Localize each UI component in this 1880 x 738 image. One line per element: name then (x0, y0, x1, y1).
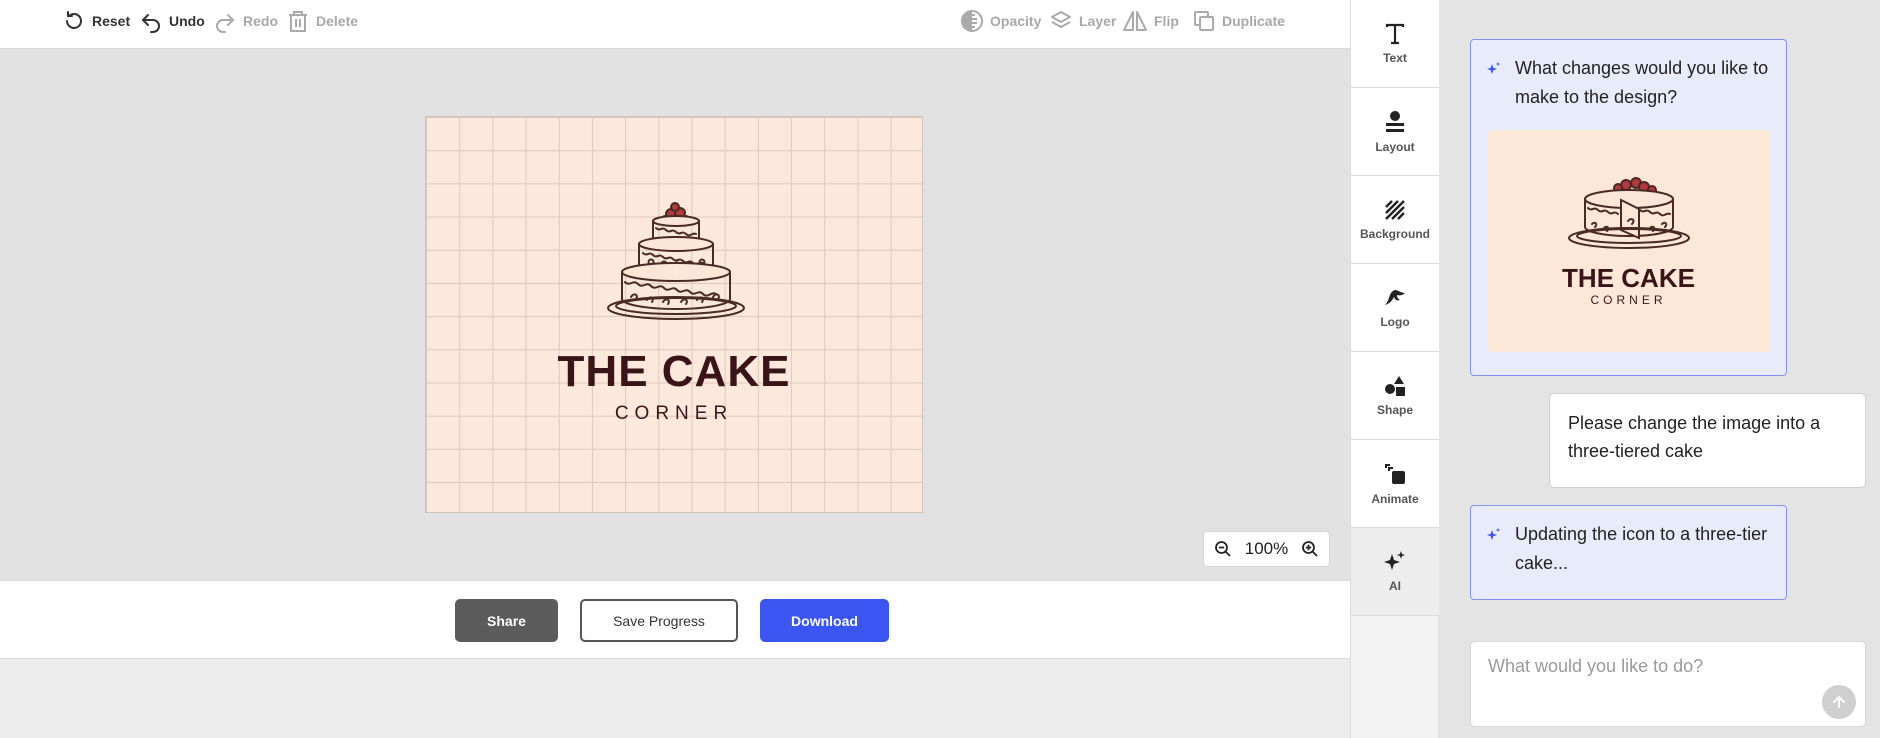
undo-label: Undo (169, 13, 205, 29)
logo-icon (1385, 289, 1405, 305)
tool-animate[interactable]: Animate (1351, 440, 1439, 528)
zoom-out-icon[interactable] (1214, 540, 1232, 558)
ai-question-text: What changes would you like to make to t… (1515, 58, 1769, 107)
duplicate-icon (1194, 11, 1214, 31)
zoom-in-icon[interactable] (1301, 540, 1319, 558)
arrow-up-icon (1833, 695, 1845, 708)
tool-text-label: Text (1383, 50, 1407, 65)
reset-icon (66, 11, 82, 29)
delete-label: Delete (316, 13, 359, 29)
canvas-area: THE CAKE CORNER 100% (0, 49, 1350, 580)
layout-icon (1386, 110, 1404, 132)
ai-status-message: Updating the icon to a three-tier cake..… (1470, 505, 1787, 600)
layer-label: Layer (1079, 13, 1117, 29)
redo-button[interactable]: Redo (213, 0, 278, 42)
layers-icon (1051, 11, 1071, 28)
ai-chat-panel: What changes would you like to make to t… (1439, 0, 1880, 738)
flip-label: Flip (1154, 13, 1179, 29)
tool-shape-label: Shape (1376, 402, 1413, 417)
tools-sidebar: Text Layout Background Logo Shape Animat… (1350, 0, 1439, 738)
sparkle-icon (1384, 550, 1405, 570)
send-button[interactable] (1822, 685, 1856, 719)
tool-layout-label: Layout (1375, 139, 1415, 154)
reset-button[interactable]: Reset (62, 0, 130, 42)
ai-sparkle-icon (1487, 528, 1500, 540)
duplicate-button[interactable]: Duplicate (1192, 0, 1285, 42)
flip-icon (1123, 11, 1147, 31)
brand-title[interactable]: THE CAKE (426, 347, 922, 397)
round-cake-icon (1568, 177, 1690, 249)
duplicate-label: Duplicate (1222, 13, 1286, 29)
footer-area (0, 659, 1350, 738)
animate-icon (1385, 463, 1405, 484)
design-artboard[interactable]: THE CAKE CORNER (425, 116, 923, 513)
text-icon (1385, 23, 1405, 44)
background-icon (1385, 199, 1405, 220)
reset-label: Reset (92, 13, 131, 29)
trash-icon (289, 11, 307, 32)
tool-logo-label: Logo (1380, 314, 1410, 329)
ai-sparkle-icon (1487, 62, 1500, 74)
redo-label: Redo (243, 13, 278, 29)
preview-title: THE CAKE (1562, 263, 1695, 293)
tool-shape[interactable]: Shape (1351, 352, 1439, 440)
ai-status-text: Updating the icon to a three-tier cake..… (1515, 524, 1768, 573)
flip-button[interactable]: Flip (1122, 0, 1179, 42)
undo-icon (141, 14, 160, 33)
tool-layout[interactable]: Layout (1351, 88, 1439, 176)
user-message: Please change the image into a three-tie… (1549, 393, 1866, 488)
chat-input[interactable] (1488, 656, 1818, 677)
action-bar: Share Save Progress Download (0, 580, 1350, 659)
chat-input-box (1470, 641, 1866, 727)
tool-ai-label: AI (1389, 578, 1401, 593)
tool-background-label: Background (1359, 226, 1430, 241)
preview-subtitle: CORNER (1590, 293, 1667, 307)
layer-button[interactable]: Layer (1049, 0, 1116, 42)
tool-ai[interactable]: AI (1351, 528, 1439, 616)
three-tier-cake-icon (607, 202, 745, 320)
save-progress-button[interactable]: Save Progress (580, 599, 738, 642)
delete-button[interactable]: Delete (286, 0, 358, 42)
tool-text[interactable]: Text (1351, 0, 1439, 88)
design-preview-image[interactable]: THE CAKE CORNER (1488, 130, 1769, 352)
zoom-level: 100% (1244, 539, 1289, 558)
opacity-label: Opacity (990, 13, 1042, 29)
ai-message: What changes would you like to make to t… (1470, 39, 1787, 376)
shape-icon (1385, 375, 1405, 396)
brand-subtitle[interactable]: CORNER (426, 403, 922, 425)
undo-button[interactable]: Undo (139, 0, 205, 42)
opacity-icon (961, 10, 983, 32)
download-button[interactable]: Download (760, 599, 889, 642)
redo-icon (216, 14, 235, 33)
top-toolbar: Reset Undo Redo Delete Opacity Layer Fli… (0, 0, 1350, 49)
opacity-button[interactable]: Opacity (960, 0, 1041, 42)
zoom-control: 100% (1203, 531, 1330, 567)
tool-animate-label: Animate (1371, 491, 1419, 506)
tool-background[interactable]: Background (1351, 176, 1439, 264)
share-button[interactable]: Share (455, 599, 558, 642)
tool-logo[interactable]: Logo (1351, 264, 1439, 352)
